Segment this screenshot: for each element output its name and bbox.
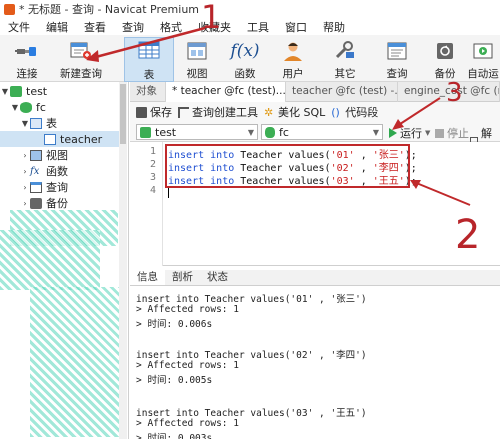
arrow-head-icon xyxy=(86,50,99,62)
annotation-number-3: 3 xyxy=(446,78,463,108)
arrow-head-icon xyxy=(392,119,404,130)
annotation-arrow-3 xyxy=(396,97,441,127)
annotation-arrows xyxy=(86,26,471,206)
annotation-number-2: 2 xyxy=(455,212,481,258)
annotation-arrow-2 xyxy=(413,181,471,206)
annotation-number-1: 1 xyxy=(201,0,222,36)
annotation-arrow-1 xyxy=(91,26,206,60)
